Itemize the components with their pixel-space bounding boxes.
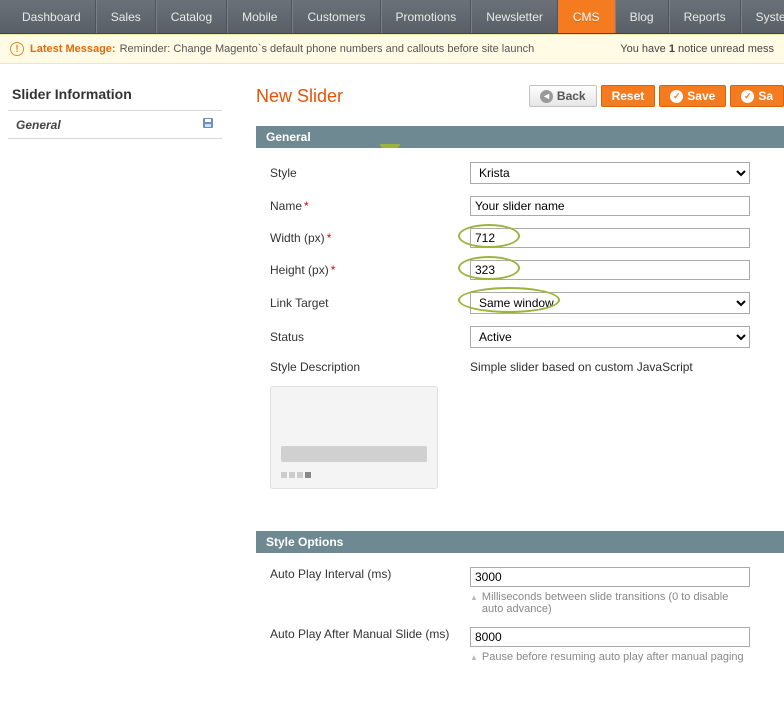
panel-style-options-title: Style Options [256, 531, 784, 553]
content: New Slider ◄ Back Reset ✓ Save ✓ Sa [222, 82, 784, 717]
style-desc-label: Style Description [270, 360, 470, 374]
save-and-button[interactable]: ✓ Sa [730, 85, 784, 107]
sidebar-title: Slider Information [8, 82, 222, 110]
top-nav: DashboardSalesCatalogMobileCustomersProm… [0, 0, 784, 34]
autoplay-input[interactable] [470, 567, 750, 587]
after-manual-hint: Pause before resuming auto play after ma… [470, 651, 750, 663]
after-manual-label: Auto Play After Manual Slide (ms) [270, 627, 470, 641]
check-icon: ✓ [741, 90, 754, 103]
height-label: Height (px) [270, 263, 329, 277]
width-label: Width (px) [270, 231, 325, 245]
alert-icon: ! [10, 42, 24, 56]
page-header: New Slider ◄ Back Reset ✓ Save ✓ Sa [256, 82, 784, 110]
arrow-left-icon: ◄ [540, 90, 553, 103]
save-button[interactable]: ✓ Save [659, 85, 726, 107]
nav-item-reports[interactable]: Reports [669, 0, 741, 33]
nav-item-catalog[interactable]: Catalog [156, 0, 227, 33]
style-preview [270, 386, 438, 489]
nav-item-mobile[interactable]: Mobile [227, 0, 292, 33]
autoplay-label: Auto Play Interval (ms) [270, 567, 470, 581]
name-input[interactable] [470, 196, 750, 216]
check-icon: ✓ [670, 90, 683, 103]
save-icon [202, 117, 214, 132]
panel-general: General Style Krista Name* Width (px)* H… [256, 126, 784, 509]
name-label: Name [270, 199, 302, 213]
link-target-label: Link Target [270, 296, 470, 310]
nav-item-sales[interactable]: Sales [96, 0, 156, 33]
status-select[interactable]: Active [470, 326, 750, 348]
decorative-tab [380, 144, 400, 148]
page-title: New Slider [256, 86, 343, 107]
status-label: Status [270, 330, 470, 344]
preview-caption-bar [281, 446, 427, 462]
width-input[interactable] [470, 228, 750, 248]
nav-item-cms[interactable]: CMS [558, 0, 615, 33]
message-label: Latest Message: [30, 43, 116, 55]
nav-item-dashboard[interactable]: Dashboard [8, 0, 96, 33]
autoplay-hint: Milliseconds between slide transitions (… [470, 591, 750, 615]
message-text: Reminder: Change Magento`s default phone… [120, 43, 535, 55]
nav-item-promotions[interactable]: Promotions [381, 0, 472, 33]
sidebar-item-general[interactable]: General [8, 110, 222, 139]
sidebar: Slider Information General [0, 82, 222, 717]
action-buttons: ◄ Back Reset ✓ Save ✓ Sa [529, 85, 784, 107]
panel-style-options: Style Options Auto Play Interval (ms) Mi… [256, 531, 784, 695]
message-bar: ! Latest Message: Reminder: Change Magen… [0, 34, 784, 64]
style-label: Style [270, 166, 470, 180]
nav-item-blog[interactable]: Blog [615, 0, 669, 33]
nav-item-newsletter[interactable]: Newsletter [471, 0, 558, 33]
link-target-select[interactable]: Same window [470, 292, 750, 314]
back-button[interactable]: ◄ Back [529, 85, 597, 107]
preview-pagination [281, 472, 311, 478]
style-select[interactable]: Krista [470, 162, 750, 184]
sidebar-item-label: General [16, 118, 61, 132]
after-manual-input[interactable] [470, 627, 750, 647]
style-desc-value: Simple slider based on custom JavaScript [470, 360, 770, 374]
nav-item-customers[interactable]: Customers [292, 0, 380, 33]
notice-count: You have 1 notice unread mess [620, 43, 774, 55]
panel-general-title: General [256, 126, 784, 148]
reset-button[interactable]: Reset [601, 85, 656, 107]
nav-item-syste[interactable]: Syste [741, 0, 784, 33]
height-input[interactable] [470, 260, 750, 280]
